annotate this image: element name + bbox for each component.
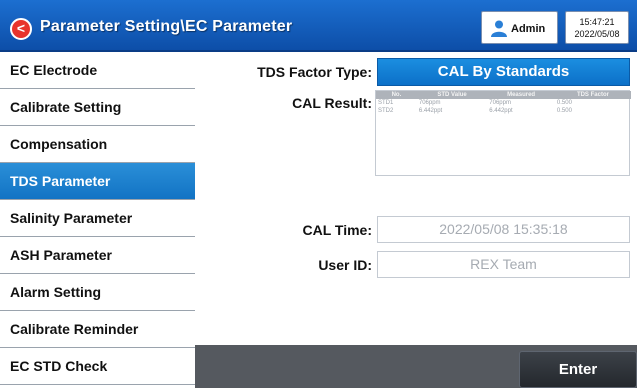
clock: 15:47:21 2022/05/08	[565, 11, 629, 44]
sidebar-item-compensation[interactable]: Compensation	[0, 126, 195, 163]
sidebar: EC Electrode Calibrate Setting Compensat…	[0, 52, 195, 388]
back-button[interactable]: <	[10, 18, 32, 40]
column-header: TDS Factor	[554, 91, 631, 99]
clock-time: 15:47:21	[579, 17, 615, 27]
table-cell: 0.500	[556, 100, 572, 106]
clock-date: 2022/05/08	[574, 29, 620, 39]
table-cell: 706ppm	[489, 100, 511, 106]
table-cell: 6.442ppt	[489, 108, 513, 114]
sidebar-item-salinity-parameter[interactable]: Salinity Parameter	[0, 200, 195, 237]
table-row: STD2 6.442ppt 6.442ppt 0.500	[376, 107, 631, 115]
column-header: STD Value	[416, 91, 488, 99]
table-cell: 706ppm	[418, 100, 441, 106]
sidebar-item-label: Salinity Parameter	[10, 210, 133, 226]
sidebar-item-ash-parameter[interactable]: ASH Parameter	[0, 237, 195, 274]
sidebar-item-calibrate-setting[interactable]: Calibrate Setting	[0, 89, 195, 126]
table-header-row: No. STD Value Measured TDS Factor	[376, 91, 631, 99]
sidebar-item-label: Alarm Setting	[10, 284, 102, 300]
sidebar-item-label: EC STD Check	[10, 358, 108, 374]
sidebar-item-alarm-setting[interactable]: Alarm Setting	[0, 274, 195, 311]
page-title: Parameter Setting\EC Parameter	[40, 18, 293, 35]
user-icon	[491, 20, 507, 37]
sidebar-item-ec-electrode[interactable]: EC Electrode	[0, 52, 195, 89]
sidebar-item-ec-std-check[interactable]: EC STD Check	[0, 348, 195, 385]
title-bar: < Parameter Setting\EC Parameter Admin 1…	[0, 0, 637, 52]
sidebar-item-label: Calibrate Reminder	[10, 321, 139, 337]
table-cell: 6.442ppt	[418, 108, 443, 114]
back-arrow-icon: <	[16, 20, 26, 36]
user-name: Admin	[511, 23, 546, 35]
user-id-field: REX Team	[377, 251, 630, 278]
sidebar-item-label: TDS Parameter	[10, 173, 111, 189]
table-cell: 0.500	[556, 108, 572, 114]
cal-result-table-box: No. STD Value Measured TDS Factor STD1 7…	[375, 90, 631, 176]
sidebar-item-label: Calibrate Setting	[10, 99, 122, 115]
sidebar-item-calibrate-reminder[interactable]: Calibrate Reminder	[0, 311, 195, 348]
table-row: STD1 706ppm 706ppm 0.500	[376, 99, 631, 107]
column-header: No.	[376, 91, 417, 99]
tds-factor-type-select[interactable]: CAL By Standards	[377, 58, 630, 86]
enter-button[interactable]: Enter	[519, 351, 637, 388]
cal-result-table: No. STD Value Measured TDS Factor STD1 7…	[376, 91, 631, 115]
table-cell: STD2	[378, 108, 394, 114]
column-header: Measured	[487, 91, 555, 99]
user-badge[interactable]: Admin	[481, 11, 558, 44]
sidebar-item-label: Compensation	[10, 136, 108, 152]
sidebar-item-tds-parameter[interactable]: TDS Parameter	[0, 163, 195, 200]
cal-time-field: 2022/05/08 15:35:18	[377, 216, 630, 243]
sidebar-item-label: EC Electrode	[10, 62, 98, 78]
cal-time-label: CAL Time:	[302, 222, 373, 238]
user-id-label: User ID:	[318, 257, 372, 273]
sidebar-item-label: ASH Parameter	[10, 247, 112, 263]
table-cell: STD1	[378, 100, 394, 106]
tds-factor-type-label: TDS Factor Type:	[257, 64, 372, 80]
cal-result-label: CAL Result:	[292, 95, 372, 111]
